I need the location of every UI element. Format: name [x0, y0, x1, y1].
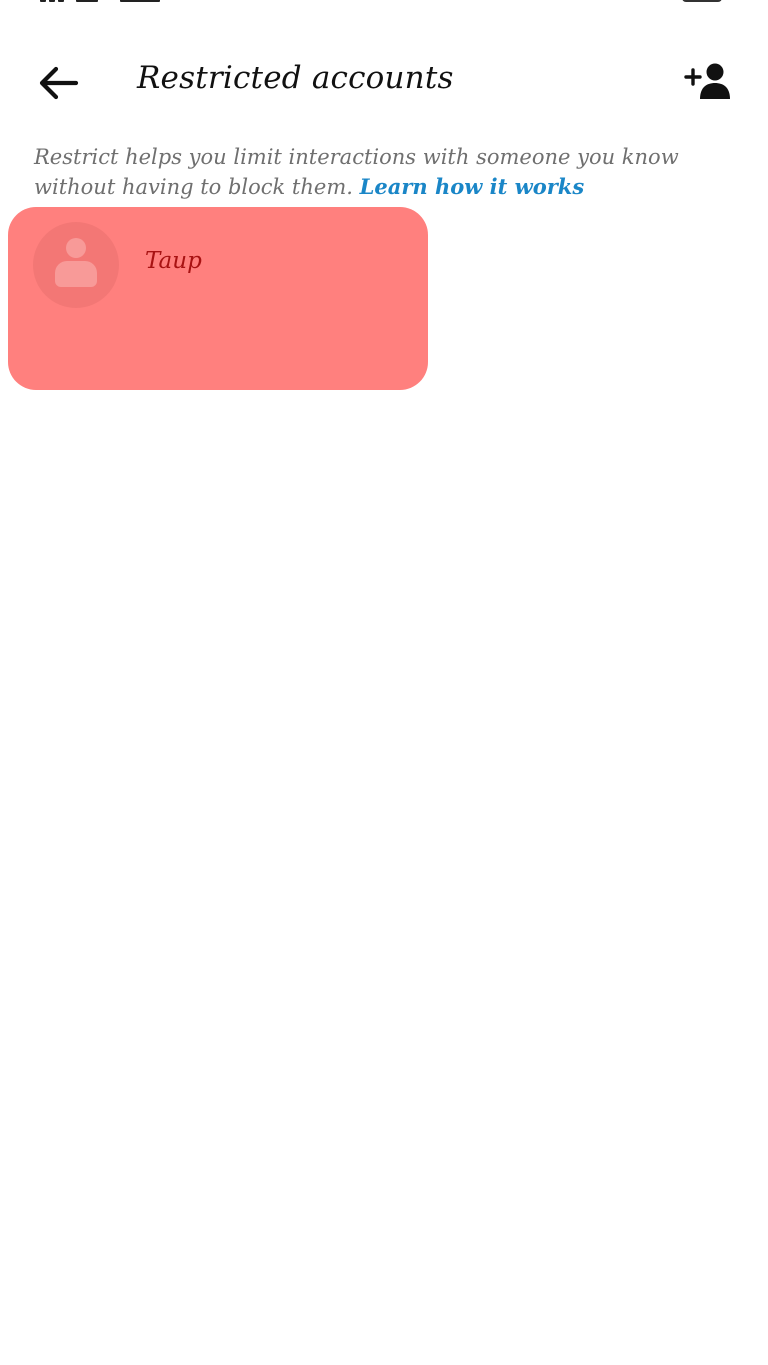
restricted-account-item[interactable]: Taup — [8, 207, 428, 390]
signal-icon — [40, 0, 160, 4]
add-restricted-account-button[interactable] — [678, 56, 738, 110]
learn-how-it-works-link[interactable]: Learn how it works — [360, 174, 585, 199]
add-person-icon — [684, 63, 730, 99]
restrict-description: Restrict helps you limit interactions wi… — [34, 143, 734, 202]
status-bar — [0, 0, 768, 8]
back-button[interactable] — [28, 56, 88, 110]
top-bar: Restricted accounts — [0, 50, 768, 114]
battery-icon — [682, 0, 722, 2]
page-title: Restricted accounts — [137, 60, 454, 96]
arrow-left-icon — [39, 66, 79, 100]
account-name: Taup — [145, 248, 202, 274]
person-placeholder-icon — [66, 238, 86, 258]
status-icons — [650, 0, 730, 4]
avatar — [33, 222, 119, 308]
person-placeholder-body — [55, 261, 97, 287]
